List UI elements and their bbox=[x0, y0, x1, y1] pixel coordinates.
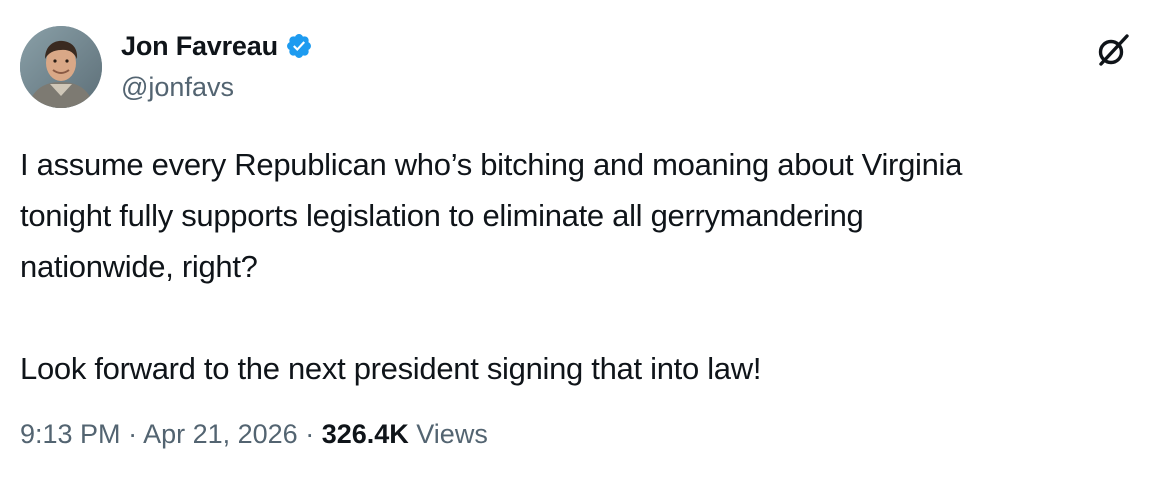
author-name-row: Jon Favreau bbox=[121, 28, 313, 64]
tweet-text-line: I assume every Republican who’s bitching… bbox=[20, 147, 963, 182]
meta-separator: · bbox=[120, 419, 144, 449]
tweet-meta: 9:13 PM · Apr 21, 2026 · 326.4K Views bbox=[20, 419, 488, 450]
views-count[interactable]: 326.4K bbox=[322, 419, 409, 449]
author-handle[interactable]: @jonfavs bbox=[121, 72, 234, 103]
display-name[interactable]: Jon Favreau bbox=[121, 31, 278, 62]
tweet-text-line: nationwide, right? bbox=[20, 249, 258, 284]
tweet-date[interactable]: Apr 21, 2026 bbox=[143, 419, 298, 449]
meta-separator: · bbox=[297, 419, 322, 449]
tweet-card: Jon Favreau @jonfavs I assume every Repu… bbox=[0, 0, 1152, 478]
tweet-text-line: tonight fully supports legislation to el… bbox=[20, 198, 864, 233]
avatar-image bbox=[20, 26, 102, 108]
tweet-time[interactable]: 9:13 PM bbox=[20, 419, 121, 449]
verified-badge-icon bbox=[286, 34, 311, 58]
grok-icon[interactable] bbox=[1094, 31, 1132, 69]
tweet-text-line: Look forward to the next president signi… bbox=[20, 351, 762, 386]
tweet-text: I assume every Republican who’s bitching… bbox=[20, 139, 1140, 394]
views-label: Views bbox=[408, 419, 488, 449]
avatar[interactable] bbox=[20, 26, 102, 108]
